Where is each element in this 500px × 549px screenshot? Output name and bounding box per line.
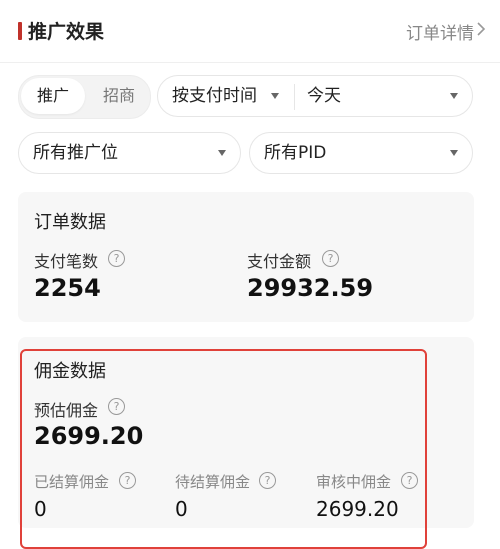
- caret-down-icon[interactable]: [450, 93, 458, 99]
- order-details-link[interactable]: 订单详情: [406, 19, 474, 44]
- order-data-card: 订单数据 支付笔数 ? 2254 支付金额 ? 29932.59: [18, 192, 474, 322]
- page-title: 推广效果: [28, 21, 105, 43]
- caret-down-icon[interactable]: [218, 150, 226, 156]
- highlight-box: [20, 349, 427, 549]
- pid-dropdown-label: 所有PID: [264, 143, 327, 163]
- segment-merchant[interactable]: 招商: [89, 78, 149, 114]
- segment-promote[interactable]: 推广: [21, 78, 85, 114]
- caret-down-icon[interactable]: [271, 93, 279, 99]
- metric-value: 2254: [34, 274, 101, 302]
- segment-control: 推广 招商: [18, 75, 151, 119]
- time-filter-group: 按支付时间 今天: [157, 75, 473, 117]
- card-title: 订单数据: [34, 212, 106, 233]
- position-dropdown[interactable]: 所有推广位: [18, 132, 241, 174]
- divider: [294, 84, 295, 110]
- help-icon[interactable]: ?: [108, 250, 125, 267]
- pid-dropdown[interactable]: 所有PID: [249, 132, 473, 174]
- metric-label: 支付笔数: [34, 252, 99, 271]
- header: 推广效果 订单详情: [0, 0, 500, 63]
- caret-down-icon[interactable]: [450, 150, 458, 156]
- help-icon[interactable]: ?: [322, 250, 339, 267]
- date-dropdown[interactable]: 今天: [307, 76, 341, 116]
- metric-label: 支付金额: [247, 252, 312, 271]
- pay-time-dropdown[interactable]: 按支付时间: [172, 76, 257, 116]
- metric-value: 29932.59: [247, 274, 374, 302]
- position-dropdown-label: 所有推广位: [33, 143, 118, 163]
- title-accent-bar: [18, 22, 22, 40]
- chevron-right-icon[interactable]: [477, 22, 486, 36]
